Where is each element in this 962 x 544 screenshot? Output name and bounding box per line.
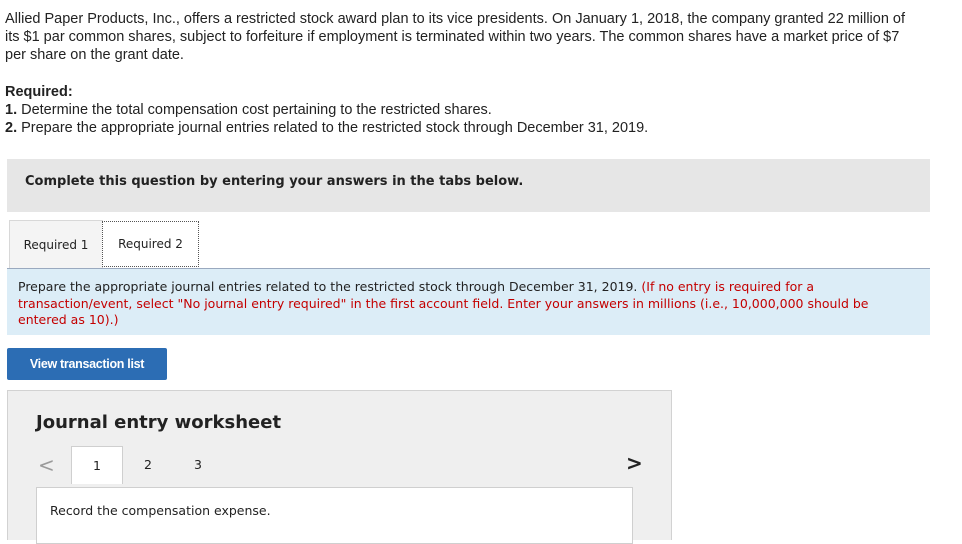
tab-required-2[interactable]: Required 2 [102,221,199,267]
required-item-1: 1. Determine the total compensation cost… [5,101,920,119]
view-transaction-list-button[interactable]: View transaction list [7,348,167,380]
worksheet-title: Journal entry worksheet [36,412,282,433]
chevron-left-icon[interactable]: < [38,453,55,477]
required-item-1-number: 1. [5,102,18,118]
instruction-panel: Prepare the appropriate journal entries … [7,269,930,335]
required-item-2-text: Prepare the appropriate journal entries … [17,120,649,136]
instruction-main: Prepare the appropriate journal entries … [18,279,642,294]
worksheet-page-1[interactable]: 1 [71,446,123,484]
required-heading: Required: [5,84,73,100]
chevron-right-icon[interactable]: > [626,451,643,475]
required-section: Required: 1. Determine the total compens… [5,83,920,137]
complete-question-text: Complete this question by entering your … [25,174,524,189]
required-item-1-text: Determine the total compensation cost pe… [17,102,492,118]
instruction-text: Prepare the appropriate journal entries … [18,279,918,329]
tab-required-1[interactable]: Required 1 [9,220,103,268]
complete-question-banner: Complete this question by entering your … [7,159,930,212]
worksheet-page-3[interactable]: 3 [173,446,223,483]
journal-entry-worksheet: Journal entry worksheet < 1 2 3 > Record… [7,390,672,544]
worksheet-page-2[interactable]: 2 [123,446,173,483]
tab-bar: Required 1 Required 2 [7,212,930,269]
problem-statement: Allied Paper Products, Inc., offers a re… [5,11,906,63]
record-instruction-box: Record the compensation expense. [36,487,633,544]
required-item-2-number: 2. [5,120,18,136]
record-instruction-text: Record the compensation expense. [50,503,271,518]
required-item-2: 2. Prepare the appropriate journal entri… [5,119,920,137]
